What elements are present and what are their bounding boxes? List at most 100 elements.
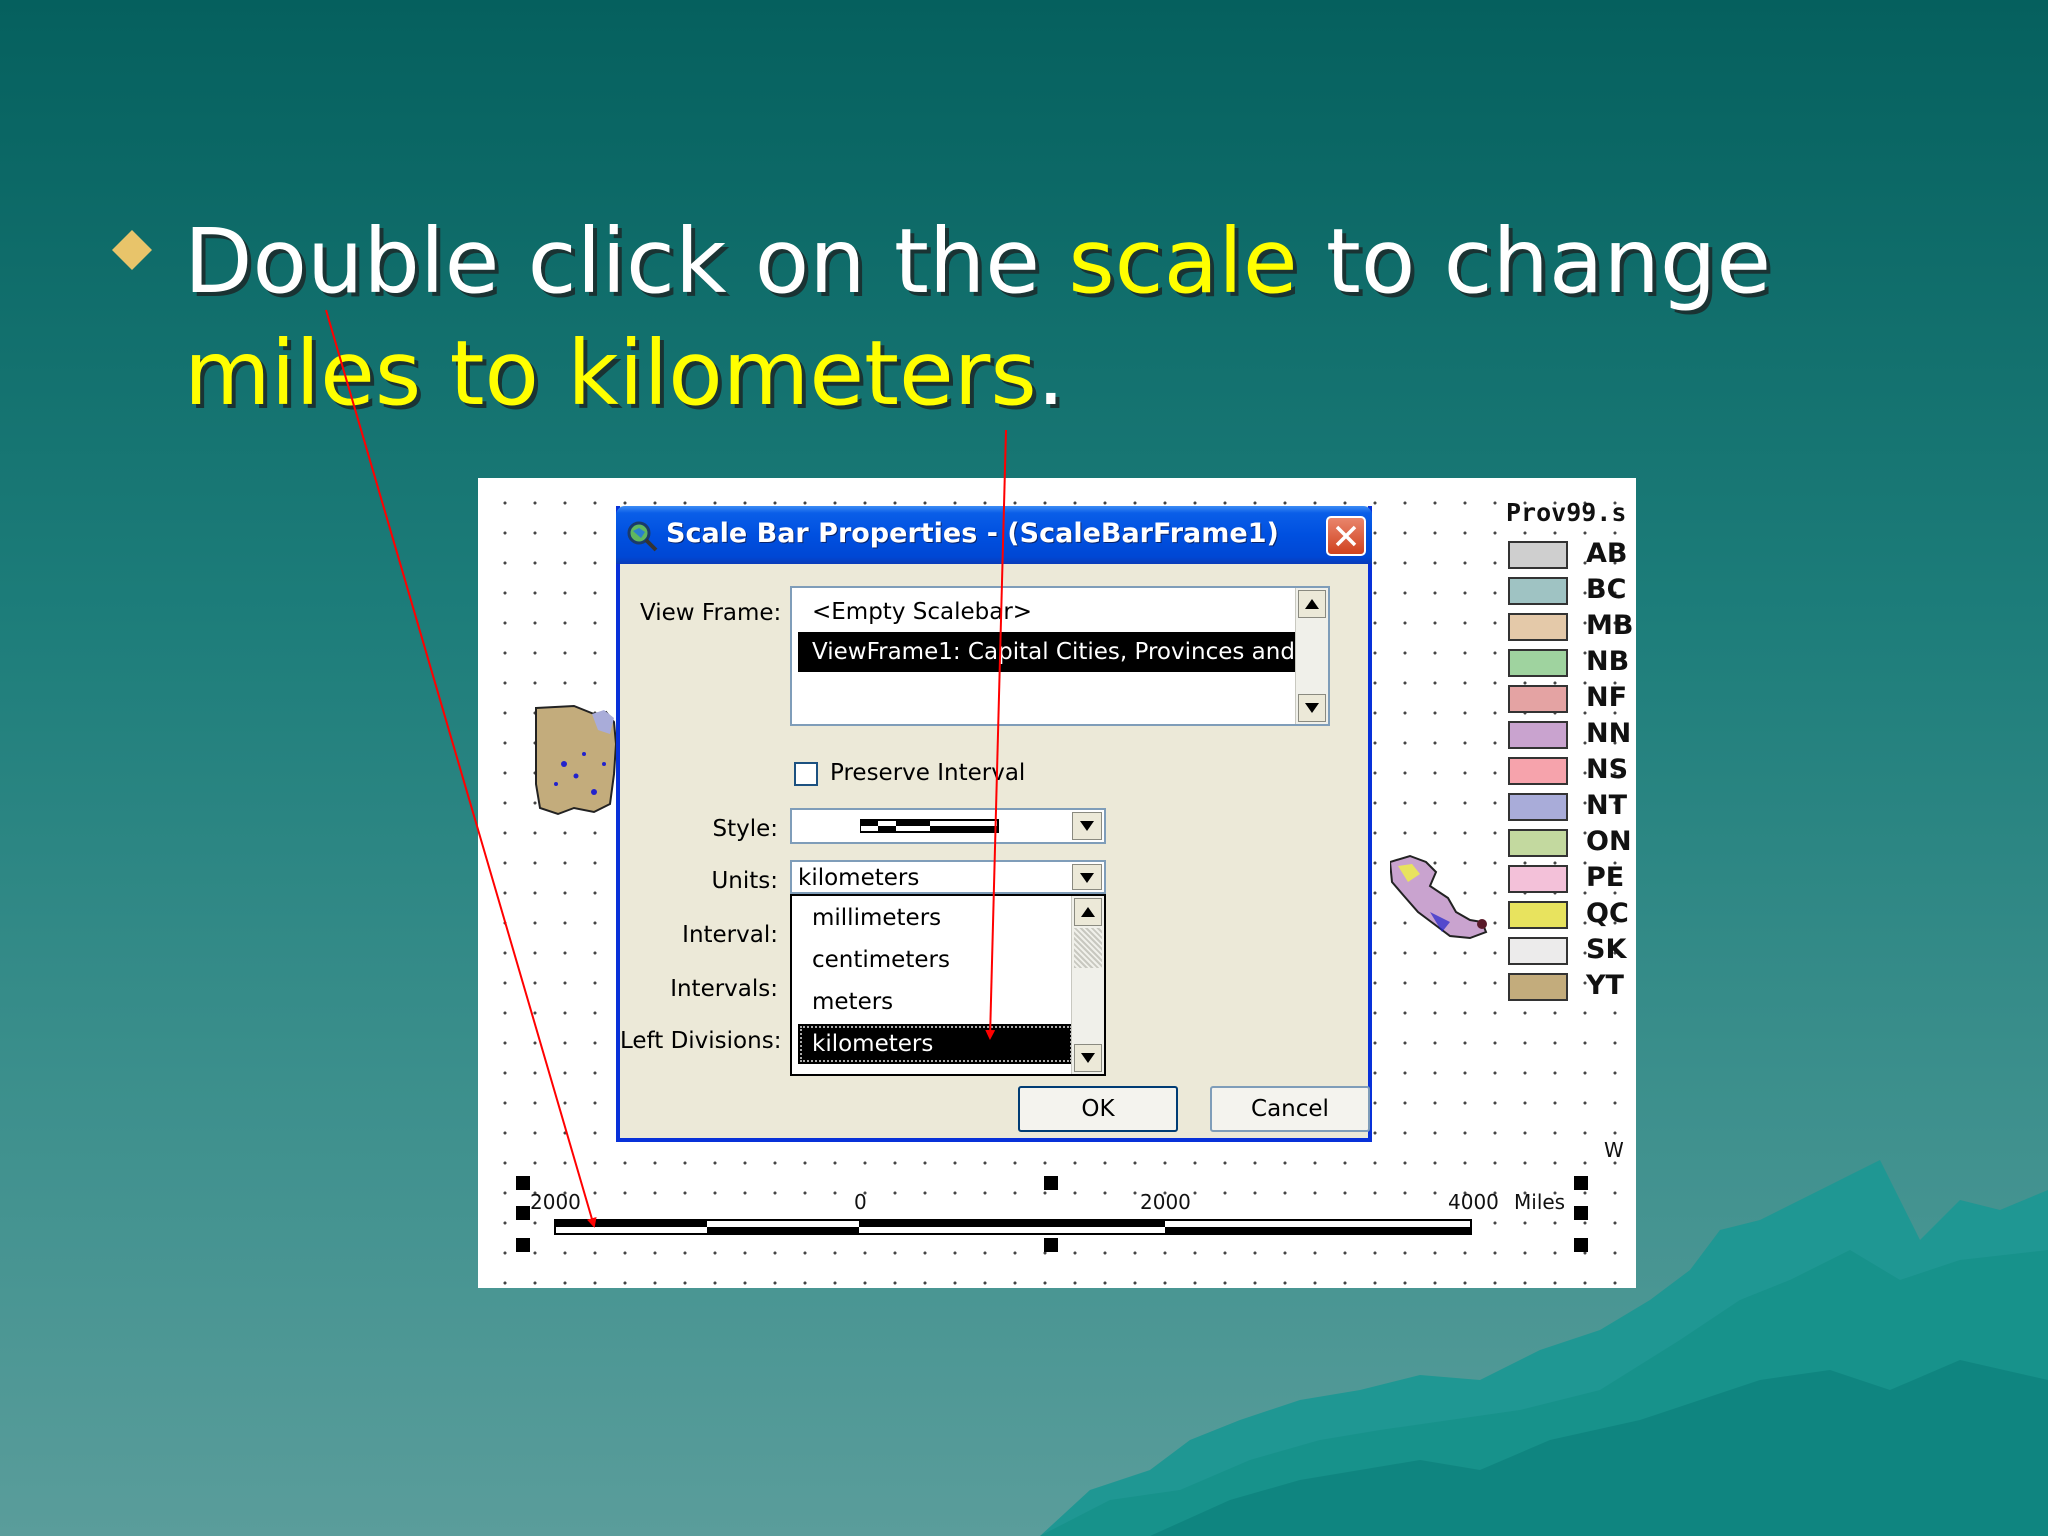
style-label: Style: [712,816,778,842]
legend-swatch [1508,685,1568,713]
close-button[interactable] [1326,516,1366,556]
legend-swatch [1508,721,1568,749]
legend-swatch [1508,937,1568,965]
scalebar-tick-label: 4000 [1448,1190,1499,1214]
legend-swatch [1508,865,1568,893]
ok-button[interactable]: OK [1018,1086,1178,1132]
arrow-down-icon [1081,1053,1095,1063]
legend-label: YT [1586,970,1624,1001]
selection-handle[interactable] [1574,1176,1588,1190]
selection-handle[interactable] [1574,1206,1588,1220]
preserve-interval-checkbox[interactable] [794,762,818,786]
legend-item: QC [1508,898,1636,932]
legend-label: AB [1586,538,1628,569]
scale-bar-properties-dialog: Scale Bar Properties - (ScaleBarFrame1) … [616,506,1372,1142]
scalebar-tick-label: 2000 [1140,1190,1191,1214]
close-icon [1335,525,1357,547]
scalebar-units: Miles [1514,1190,1566,1214]
legend-swatch [1508,577,1568,605]
selection-handle[interactable] [516,1176,530,1190]
scroll-thumb[interactable] [1074,928,1102,968]
arrow-up-icon [1305,599,1319,609]
legend-label: PE [1586,862,1625,893]
legend-item: YT [1508,970,1636,1004]
dialog-title: Scale Bar Properties - (ScaleBarFrame1) [666,518,1279,549]
selection-handle[interactable] [516,1206,530,1220]
selection-handle[interactable] [1044,1176,1058,1190]
units-label: Units: [711,868,778,894]
cancel-button[interactable]: Cancel [1210,1086,1370,1132]
legend-item: NF [1508,682,1636,716]
left-divisions-label: Left Divisions: [620,1028,782,1054]
legend-item: BC [1508,574,1636,608]
units-dropdown-list[interactable]: millimeters centimeters meters kilometer… [790,894,1106,1076]
slide-text-period: . [1036,321,1066,425]
scalebar-tick-label: 0 [854,1190,867,1214]
list-scrollbar[interactable] [1071,896,1104,1074]
preserve-interval-label: Preserve Interval [830,760,1026,786]
interval-label: Interval: [682,922,778,948]
slide-text-part: Double click on the [184,209,1069,313]
legend-label: BC [1586,574,1627,605]
list-scrollbar[interactable] [1295,588,1328,724]
compass-letter: W [1604,1138,1624,1162]
scroll-down-button[interactable] [1074,1044,1102,1072]
selection-handle[interactable] [1044,1238,1058,1252]
dropdown-button[interactable] [1072,864,1102,890]
scroll-up-button[interactable] [1298,590,1326,618]
list-item[interactable]: <Empty Scalebar> [798,592,1298,632]
arrow-down-icon [1305,703,1319,713]
legend-swatch [1508,793,1568,821]
scroll-up-button[interactable] [1074,898,1102,926]
selection-handle[interactable] [1574,1238,1588,1252]
map-province-shape [1390,854,1488,940]
chevron-down-icon [1080,873,1094,883]
list-item[interactable]: centimeters [798,940,1074,980]
list-item[interactable]: meters [798,982,1074,1022]
legend-label: NT [1586,790,1628,821]
style-select[interactable] [790,808,1106,844]
legend-label: NB [1586,646,1630,677]
list-item-selected[interactable]: kilometers [798,1024,1074,1064]
legend-title: Prov99.s [1506,498,1627,527]
diamond-bullet-icon [112,230,152,270]
intervals-label: Intervals: [670,976,778,1002]
legend-label: ON [1586,826,1632,857]
legend-label: MB [1586,610,1634,641]
legend-label: SK [1586,934,1627,965]
scalebar-style-preview [860,819,999,833]
list-item[interactable]: millimeters [798,898,1074,938]
units-selected-value: kilometers [798,865,920,891]
list-item-selected[interactable]: ViewFrame1: Capital Cities, Provinces an… [798,632,1298,672]
map-province-shape [535,704,618,816]
legend-item: NT [1508,790,1636,824]
legend-item: MB [1508,610,1636,644]
legend-swatch [1508,829,1568,857]
magnifier-globe-icon [627,521,658,552]
layout-screenshot: Prov99.s AB BC MB NB NF NN NS NT ON PE Q… [478,478,1636,1288]
legend-swatch [1508,757,1568,785]
legend-item: NB [1508,646,1636,680]
arrow-up-icon [1081,907,1095,917]
slide-highlight-scale: scale [1068,209,1298,313]
legend-label: NN [1586,718,1632,749]
legend-item: NS [1508,754,1636,788]
view-frame-list[interactable]: <Empty Scalebar> ViewFrame1: Capital Cit… [790,586,1330,726]
chevron-down-icon [1080,821,1094,831]
selection-handle[interactable] [516,1238,530,1252]
legend-swatch [1508,613,1568,641]
slide-text: Double click on the scale to change mile… [184,205,1904,429]
scroll-down-button[interactable] [1298,694,1326,722]
legend-item: SK [1508,934,1636,968]
legend-item: ON [1508,826,1636,860]
dialog-titlebar[interactable]: Scale Bar Properties - (ScaleBarFrame1) [616,506,1372,564]
view-frame-label: View Frame: [640,600,782,626]
units-select[interactable]: kilometers [790,860,1106,894]
legend-item: NN [1508,718,1636,752]
dropdown-button[interactable] [1072,812,1102,840]
legend-item: AB [1508,538,1636,572]
legend-item: PE [1508,862,1636,896]
scalebar[interactable] [554,1218,1474,1238]
legend-label: NS [1586,754,1629,785]
legend-swatch [1508,901,1568,929]
